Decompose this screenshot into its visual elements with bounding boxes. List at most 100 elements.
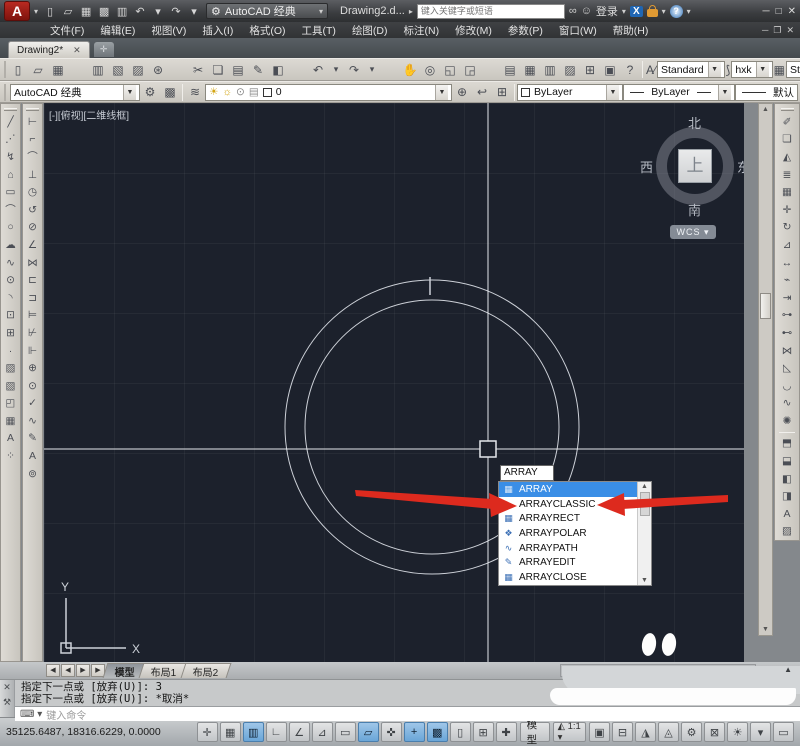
quickcalc-icon[interactable]: ⊞: [580, 60, 600, 79]
save-as-icon[interactable]: ▩: [96, 5, 112, 18]
dim-style-icon[interactable]: ⟆: [725, 60, 732, 79]
ordinate-dim-icon[interactable]: ⊥: [23, 166, 42, 184]
menu-insert[interactable]: 插入(I): [194, 23, 241, 38]
isolate-objects-icon[interactable]: ☀: [727, 722, 748, 742]
arc-icon[interactable]: ⌒: [1, 201, 20, 219]
viewcube-east[interactable]: 东: [737, 157, 744, 176]
tolerance-icon[interactable]: ⊩: [23, 342, 42, 360]
scroll-down-icon[interactable]: ▼: [762, 626, 769, 633]
window-control-button[interactable]: ─: [762, 6, 769, 17]
insert-block-icon[interactable]: ⊡: [1, 307, 20, 325]
block-editor-icon[interactable]: ◧: [268, 60, 288, 79]
workspace-save-icon[interactable]: ▩: [160, 83, 180, 102]
send-under-icon[interactable]: ◨: [777, 487, 797, 505]
layer-dropdown[interactable]: ☀ ☼ ⊙ ▤ 0▼: [205, 84, 452, 101]
menu-window[interactable]: 窗口(W): [551, 23, 605, 38]
zoom-realtime-icon[interactable]: ◎: [420, 60, 440, 79]
make-layer-current-icon[interactable]: ⊕: [452, 83, 472, 102]
redo-dropdown-icon[interactable]: ▾: [186, 5, 202, 18]
mirror-icon[interactable]: ◭: [777, 148, 797, 166]
dim-update-icon[interactable]: ⊚: [23, 465, 42, 483]
move-icon[interactable]: ✛: [777, 201, 797, 219]
undo-icon[interactable]: ↶: [308, 60, 328, 79]
point-icon[interactable]: ·: [1, 342, 20, 360]
zoom-window-icon[interactable]: ◱: [440, 60, 460, 79]
bring-to-front-icon[interactable]: ⬒: [777, 435, 797, 453]
window-control-button[interactable]: □: [776, 6, 782, 17]
workspace-dropdown[interactable]: AutoCAD 经典▼: [10, 84, 140, 101]
text-style-icon[interactable]: A⁄: [645, 60, 657, 79]
open-icon[interactable]: ▱: [28, 60, 48, 79]
line-icon[interactable]: ╱: [1, 113, 20, 131]
command-input-box[interactable]: ARRAY: [500, 465, 554, 481]
scroll-thumb[interactable]: [760, 293, 771, 319]
sign-in-link[interactable]: 登录: [596, 3, 618, 19]
inspection-icon[interactable]: ⊙: [23, 377, 42, 395]
menu-file[interactable]: 文件(F): [42, 23, 92, 38]
popup-item-array[interactable]: ▦ ARRAY: [499, 482, 637, 497]
osnap-toggle[interactable]: ⊿: [312, 722, 333, 742]
viewcube-west[interactable]: 西: [640, 157, 653, 176]
undo-icon[interactable]: ↶: [132, 5, 148, 18]
menu-tools[interactable]: 工具(T): [294, 23, 344, 38]
popup-scrollbar[interactable]: ▲ ▼: [637, 482, 651, 585]
annotation-visibility-icon[interactable]: ◮: [635, 722, 656, 742]
dim-style-icon[interactable]: A: [23, 447, 42, 465]
grid-display-toggle[interactable]: ▥: [243, 722, 264, 742]
status-menu-icon[interactable]: ▾: [750, 722, 771, 742]
menu-help[interactable]: 帮助(H): [605, 23, 657, 38]
cut-icon[interactable]: ✂: [188, 60, 208, 79]
menu-edit[interactable]: 编辑(E): [92, 23, 143, 38]
layer-previous-icon[interactable]: ↩: [472, 83, 492, 102]
circle-icon[interactable]: ○: [1, 219, 20, 237]
ortho-toggle[interactable]: ∟: [266, 722, 287, 742]
join-icon[interactable]: ⋈: [777, 342, 797, 360]
command-input-row[interactable]: ⌨ ▾ 键入命令: [15, 706, 800, 721]
gradient-icon[interactable]: ▧: [1, 377, 20, 395]
dim-edit-icon[interactable]: ∿: [23, 412, 42, 430]
popup-item-arraypolar[interactable]: ❖ ARRAYPOLAR: [499, 526, 637, 541]
dyn-toggle[interactable]: +: [404, 722, 425, 742]
markup-icon[interactable]: ▣: [600, 60, 620, 79]
lock-icon[interactable]: [647, 9, 658, 17]
add-selected-icon[interactable]: ⁘: [1, 447, 20, 465]
lineweight-toggle[interactable]: ▩: [427, 722, 448, 742]
color-dropdown[interactable]: ByLayer▼: [517, 84, 623, 101]
hatch-to-back-icon[interactable]: ▨: [777, 523, 797, 541]
workspace-switching-icon[interactable]: ⚙: [681, 722, 702, 742]
menu-format[interactable]: 格式(O): [241, 23, 293, 38]
keyboard-icon[interactable]: ⌨ ▾: [20, 709, 42, 720]
layer-freeze-sun-icon[interactable]: ☼: [222, 86, 232, 98]
table-icon[interactable]: ▦: [1, 412, 20, 430]
popup-item-arrayedit[interactable]: ✎ ARRAYEDIT: [499, 556, 637, 571]
stretch-icon[interactable]: ↔: [777, 254, 797, 272]
properties-icon[interactable]: ▤: [500, 60, 520, 79]
hatch-icon[interactable]: ▨: [1, 359, 20, 377]
toolbar-lock-icon[interactable]: ⊠: [704, 722, 725, 742]
wrench-icon[interactable]: ⚒: [3, 697, 11, 708]
plot-icon[interactable]: ▥: [88, 60, 108, 79]
make-block-icon[interactable]: ⊞: [1, 324, 20, 342]
lock-caret[interactable]: ▾: [662, 7, 666, 16]
menu-dimension[interactable]: 标注(N): [396, 23, 448, 38]
sign-in-caret[interactable]: ▾: [622, 7, 626, 16]
trim-icon[interactable]: ⌁: [777, 271, 797, 289]
doc-window-control-button[interactable]: ❐: [773, 25, 781, 36]
scroll-up-icon[interactable]: ▲: [784, 665, 792, 674]
publish-icon[interactable]: ▨: [128, 60, 148, 79]
sheetset-icon[interactable]: ▨: [560, 60, 580, 79]
quick-dim-icon[interactable]: ⋈: [23, 254, 42, 272]
polygon-icon[interactable]: ⌂: [1, 166, 20, 184]
linetype-dropdown[interactable]: ByLayer▼: [623, 84, 735, 101]
ellipse-arc-icon[interactable]: ◝: [1, 289, 20, 307]
undo-dropdown-icon[interactable]: ▾: [150, 5, 166, 18]
break-at-point-icon[interactable]: ⊶: [777, 307, 797, 325]
angular-dim-icon[interactable]: ∠: [23, 236, 42, 254]
bring-above-icon[interactable]: ◧: [777, 470, 797, 488]
ducs-toggle[interactable]: ✜: [381, 722, 402, 742]
layer-on-bulb-icon[interactable]: ☀: [209, 86, 218, 98]
quick-view-layouts-icon[interactable]: ▣: [589, 722, 610, 742]
dim-text-edit-icon[interactable]: ✎: [23, 430, 42, 448]
transparency-toggle[interactable]: ▯: [450, 722, 471, 742]
3dprint-icon[interactable]: ⊛: [148, 60, 168, 79]
